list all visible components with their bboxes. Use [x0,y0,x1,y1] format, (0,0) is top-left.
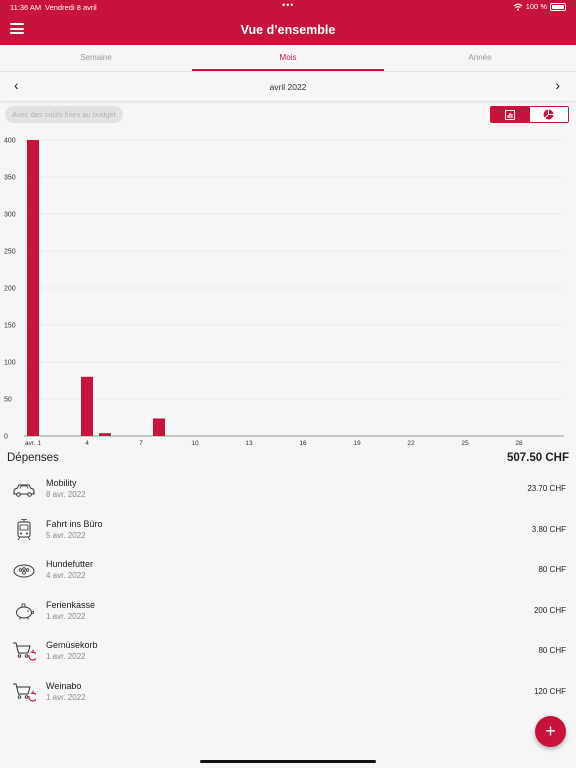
status-date: Vendredi 8 avril [45,3,97,12]
x-tick-label: avr. 1 [25,440,41,447]
y-tick-label: 200 [4,286,16,293]
y-tick-label: 0 [4,434,8,441]
recurring-cart-icon [13,683,36,702]
expense-amount: 120 CHF [533,686,566,696]
x-tick-label: 28 [515,440,523,447]
status-time: 11:36 AM [10,3,42,12]
expense-name: Hundefutter [46,559,94,569]
tram-icon [17,518,31,540]
y-tick-label: 400 [4,138,16,145]
x-tick-label: 13 [245,440,253,447]
x-tick-label: 10 [191,440,199,447]
expense-date: 1 avr. 2022 [46,611,86,621]
x-tick-label: 16 [299,440,307,447]
expense-date: 1 avr. 2022 [46,692,86,702]
y-tick-label: 350 [4,175,16,182]
expense-amount: 23.70 CHF [527,484,566,493]
x-tick-label: 22 [407,440,415,447]
status-bar: 11:36 AM Vendredi 8 avril ••• 100 % [0,0,576,14]
pie-chart-icon [543,109,554,120]
recurring-cart-icon [13,642,36,661]
home-indicator[interactable] [200,760,376,763]
expenses-total: 507.50 CHF [506,452,569,464]
expense-amount: 80 CHF [538,646,566,655]
list-item[interactable]: Mobility 8 avr. 2022 23.70 CHF [0,472,576,513]
list-item[interactable]: Ferienkasse 1 avr. 2022 200 CHF [0,594,576,635]
y-tick-label: 100 [4,360,16,367]
fixed-costs-filter-chip[interactable]: Avec des coûts fixes au budget [5,106,123,123]
expenses-header: Dépenses 507.50 CHF [7,452,569,468]
expenses-label: Dépenses [7,452,59,464]
expense-name: Mobility [46,478,77,488]
wifi-icon [513,3,523,11]
bar-chart-icon [505,109,516,120]
expense-bar-chart: 0 50 100 150 200 250 300 350 400 avr. 1 4 7 10 13 16 19… [0,130,576,450]
expense-amount: 200 CHF [533,605,566,615]
chart-canvas: 0 50 100 150 200 250 300 350 400 avr. 1 4 7 10 13 16 19… [4,138,564,447]
page-title: Vue d’ensemble [240,23,336,37]
current-period: avril 2022 [269,82,307,92]
list-item[interactable]: Weinabo 1 avr. 2022 120 CHF [0,675,576,716]
battery-icon [550,2,566,11]
expense-date: 4 avr. 2022 [46,571,86,580]
expense-date: 8 avr. 2022 [46,490,86,499]
piggy-bank-icon [16,603,34,619]
y-tick-label: 50 [4,397,12,404]
add-expense-button[interactable]: + [535,716,566,747]
tab-week[interactable]: Semaine [0,53,192,62]
chart-bar [81,376,93,436]
expense-name: Ferienkasse [46,599,96,610]
chart-bar [153,418,165,436]
chart-bar [99,433,111,436]
y-tick-label: 250 [4,249,16,256]
x-tick-label: 4 [85,440,89,447]
y-tick-label: 300 [4,212,16,219]
pet-icon [13,564,35,578]
active-tab-indicator [192,69,384,71]
bar-view-button[interactable] [491,107,530,122]
date-navigator: ‹ avril 2022 › [0,72,576,102]
expense-list: Mobility 8 avr. 2022 23.70 CHF Fahrt ins… [0,472,576,715]
battery-status: 100 % [513,2,566,11]
battery-percent: 100 % [525,2,547,11]
x-tick-label: 7 [139,440,143,447]
expense-date: 1 avr. 2022 [46,652,86,661]
car-icon [13,484,35,497]
tab-month[interactable]: Mois [192,53,384,62]
x-tick-label: 19 [353,440,361,447]
expense-amount: 3.80 CHF [531,524,566,534]
list-item[interactable]: Gemüsekorb 1 avr. 2022 80 CHF [0,634,576,675]
chart-view-toggle [490,106,569,123]
list-item[interactable]: Hundefutter 4 avr. 2022 80 CHF [0,553,576,594]
next-period-button[interactable]: › [555,78,560,92]
app-header: 11:36 AM Vendredi 8 avril ••• 100 % Vue … [0,0,576,45]
list-item[interactable]: Fahrt ins Büro 5 avr. 2022 3.80 CHF [0,513,576,554]
expense-amount: 80 CHF [538,565,566,574]
tab-year[interactable]: Année [384,53,576,62]
y-tick-label: 150 [4,323,16,330]
multitask-dots-icon[interactable]: ••• [282,0,294,10]
expense-name: Gemüsekorb [46,640,98,650]
expense-name: Fahrt ins Büro [46,518,103,529]
expense-date: 5 avr. 2022 [46,530,86,540]
x-tick-label: 25 [461,440,469,447]
expense-name: Weinabo [46,680,82,691]
pie-view-button[interactable] [530,107,569,122]
chart-bar [27,140,39,436]
period-tabs: Semaine Mois Année [0,45,576,72]
